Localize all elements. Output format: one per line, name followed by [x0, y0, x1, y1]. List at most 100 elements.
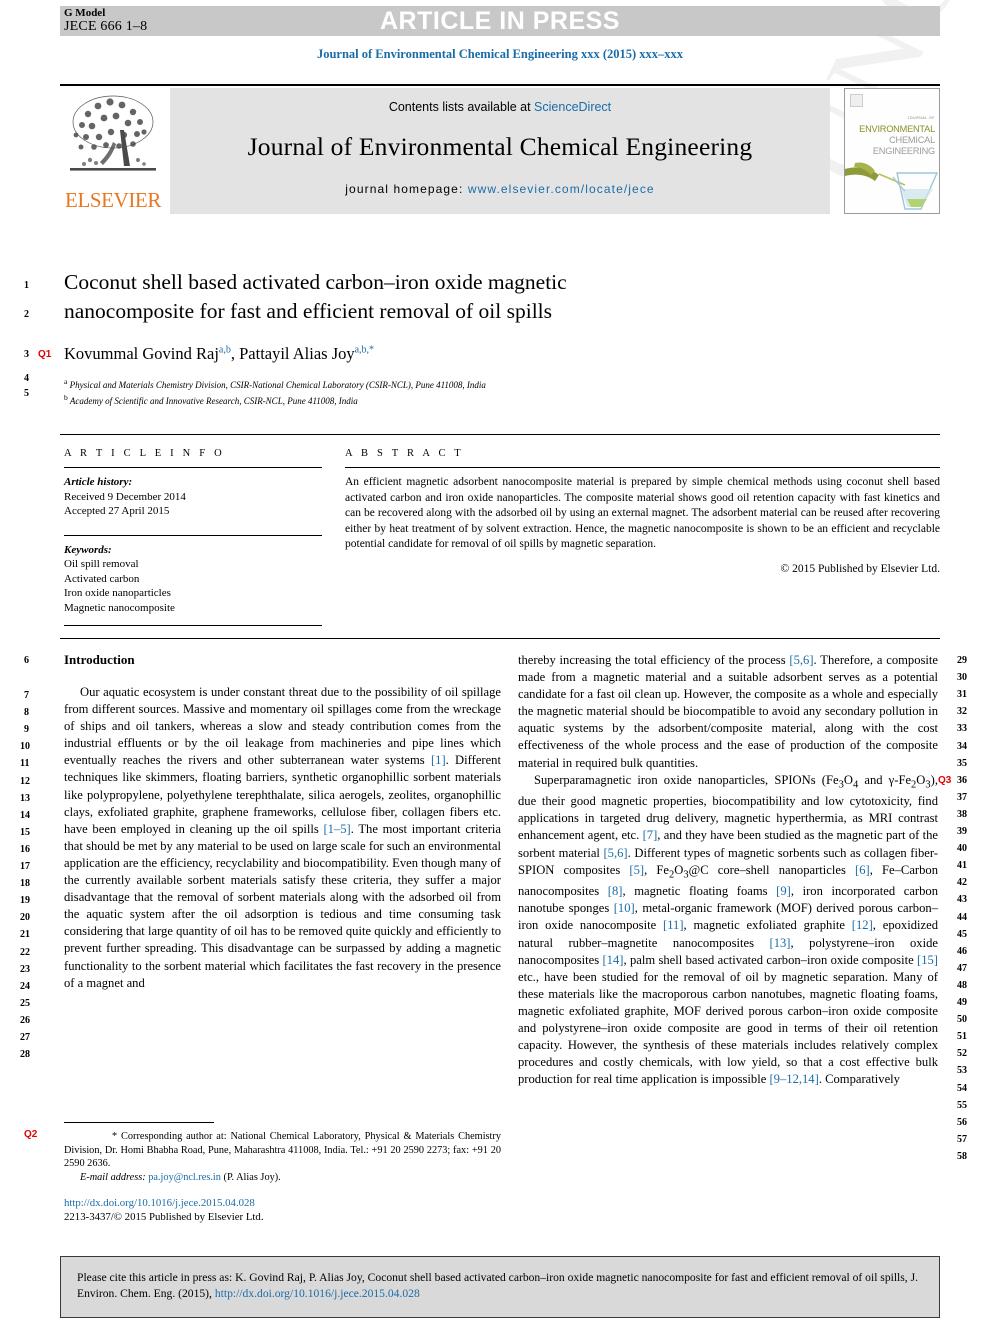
line-number: 11	[20, 758, 30, 770]
article-history-label: Article history:	[64, 476, 133, 488]
line-number: 47	[957, 962, 967, 974]
citation-ref[interactable]: [8]	[608, 884, 623, 898]
para-seg: , magnetic exfoliated graphite	[683, 918, 852, 933]
abstract-text: An efficient magnetic adsorbent nanocomp…	[345, 476, 940, 550]
cover-line1: ENVIRONMENTAL	[859, 124, 935, 134]
line-number: 5	[24, 388, 29, 399]
doi-link[interactable]: http://dx.doi.org/10.1016/j.jece.2015.04…	[64, 1196, 501, 1210]
citation-ref[interactable]: [1]	[431, 753, 446, 767]
line-number: 19	[20, 895, 30, 907]
keyword-item: Activated carbon	[64, 572, 140, 585]
citation-ref[interactable]: [7]	[643, 828, 658, 842]
paper-title: Coconut shell based activated carbon–iro…	[64, 268, 704, 326]
citation-ref[interactable]: [9]	[776, 884, 791, 898]
cite-doi-link[interactable]: http://dx.doi.org/10.1016/j.jece.2015.04…	[215, 1287, 420, 1300]
line-number: 20	[20, 912, 30, 924]
para-seg: @C core–shell nanoparticles	[688, 862, 856, 877]
footnote-marker: *	[112, 1131, 118, 1142]
line-number: 14	[20, 809, 30, 821]
line-number: 33	[957, 723, 967, 735]
g-model-code: JECE 666 1–8	[64, 19, 148, 34]
citation-ref[interactable]: [9–12,14]	[769, 1072, 818, 1086]
journal-cover-thumbnail[interactable]: JOURNAL OF ENVIRONMENTAL CHEMICAL ENGINE…	[844, 88, 940, 214]
citation-ref[interactable]: [5,6]	[789, 653, 813, 667]
contents-available-line: Contents lists available at ScienceDirec…	[170, 100, 830, 114]
affiliation-b-text: Academy of Scientific and Innovative Res…	[67, 395, 358, 406]
article-info-heading: A R T I C L E I N F O	[64, 448, 225, 459]
citation-ref[interactable]: [1–5]	[323, 822, 350, 836]
info-top-rule	[60, 434, 940, 435]
homepage-url-link[interactable]: www.elsevier.com/locate/jece	[468, 182, 655, 196]
line-number: 28	[20, 1049, 30, 1061]
cover-kicker: JOURNAL OF	[907, 116, 935, 120]
query-tag-q2[interactable]: Q2	[24, 1129, 37, 1140]
email-link[interactable]: pa.joy@ncl.res.in	[148, 1172, 221, 1183]
line-number: 9	[24, 724, 29, 736]
para-seg: . Comparatively	[818, 1072, 900, 1087]
query-tag-q1[interactable]: Q1	[38, 349, 51, 360]
line-number: 12	[20, 775, 30, 787]
para-seg: O	[674, 862, 684, 877]
citation-ref[interactable]: [11]	[663, 918, 684, 932]
line-number: 56	[957, 1116, 967, 1128]
para-seg: Superparamagnetic iron oxide nanoparticl…	[534, 772, 839, 787]
paper-title-line1: Coconut shell based activated carbon–iro…	[64, 270, 567, 294]
line-number: 10	[20, 741, 30, 753]
line-number: 3	[24, 349, 29, 360]
email-label: E-mail address:	[80, 1171, 146, 1183]
line-number: 25	[20, 997, 30, 1009]
g-model-block: G Model JECE 666 1–8	[64, 6, 147, 34]
citation-ref[interactable]: [5,6]	[603, 846, 627, 860]
homepage-prefix: journal homepage:	[345, 182, 468, 196]
line-number: 4	[24, 373, 29, 384]
citation-ref[interactable]: [14]	[602, 953, 623, 967]
line-number: 49	[957, 997, 967, 1008]
citation-ref[interactable]: [5]	[629, 863, 644, 877]
cover-elsevier-mark-icon	[850, 94, 863, 107]
line-number: 55	[957, 1099, 967, 1111]
line-number: 46	[957, 945, 967, 957]
line-number: 44	[957, 911, 967, 923]
citation-ref[interactable]: [13]	[770, 936, 791, 950]
elsevier-logo[interactable]: ELSEVIER	[60, 88, 166, 214]
citation-ref[interactable]: [6]	[855, 863, 870, 877]
article-history-block: Article history: Received 9 December 201…	[64, 475, 322, 519]
journal-masthead: ELSEVIER Contents lists available at Sci…	[60, 84, 940, 214]
elsevier-wordmark: ELSEVIER	[65, 188, 161, 212]
line-number: 6	[24, 655, 29, 666]
line-number: 43	[957, 894, 967, 906]
author-1: Kovummal Govind Raj	[64, 344, 219, 363]
para-seg: . Therefore, a composite made from a mag…	[518, 653, 938, 770]
line-number: 15	[20, 826, 30, 838]
line-number: 2	[24, 309, 29, 320]
article-in-press-band: ARTICLE IN PRESS	[60, 6, 940, 36]
cite-this-article-box: Please cite this article in press as: K.…	[60, 1256, 940, 1318]
line-number: 22	[20, 946, 30, 958]
paragraph-right-1: thereby increasing the total efficiency …	[518, 652, 938, 772]
abstract-copyright: © 2015 Published by Elsevier Ltd.	[780, 562, 940, 575]
line-number: 52	[957, 1048, 967, 1060]
citation-ref[interactable]: [12]	[852, 918, 873, 932]
line-number: 31	[957, 689, 967, 701]
citation-ref[interactable]: [10]	[614, 901, 635, 915]
para-seg: and γ-Fe	[858, 772, 912, 787]
keywords-block: Keywords: Oil spill removal Activated ca…	[64, 543, 322, 616]
footnote-separator-rule	[64, 1122, 214, 1123]
sciencedirect-link[interactable]: ScienceDirect	[534, 100, 611, 114]
line-number: 30	[957, 672, 967, 684]
line-number: 32	[957, 706, 967, 718]
line-number: 1	[24, 280, 29, 291]
article-accepted-date: Accepted 27 April 2015	[64, 505, 170, 517]
article-info-rule-3	[64, 625, 322, 626]
query-tag-q3[interactable]: Q3	[938, 775, 951, 786]
line-number: 27	[20, 1032, 30, 1043]
line-number: 51	[957, 1031, 967, 1043]
paragraph-right-2: Superparamagnetic iron oxide nanoparticl…	[518, 772, 938, 1089]
affiliations: a Physical and Materials Chemistry Divis…	[64, 376, 704, 407]
article-info-column: A R T I C L E I N F O Article history: R…	[64, 448, 322, 633]
author-2-affil-sup: a,b,*	[354, 344, 375, 356]
line-number: 40	[957, 843, 967, 855]
info-bottom-rule	[60, 638, 940, 639]
keyword-item: Oil spill removal	[64, 558, 139, 570]
citation-ref[interactable]: [15]	[917, 953, 938, 967]
